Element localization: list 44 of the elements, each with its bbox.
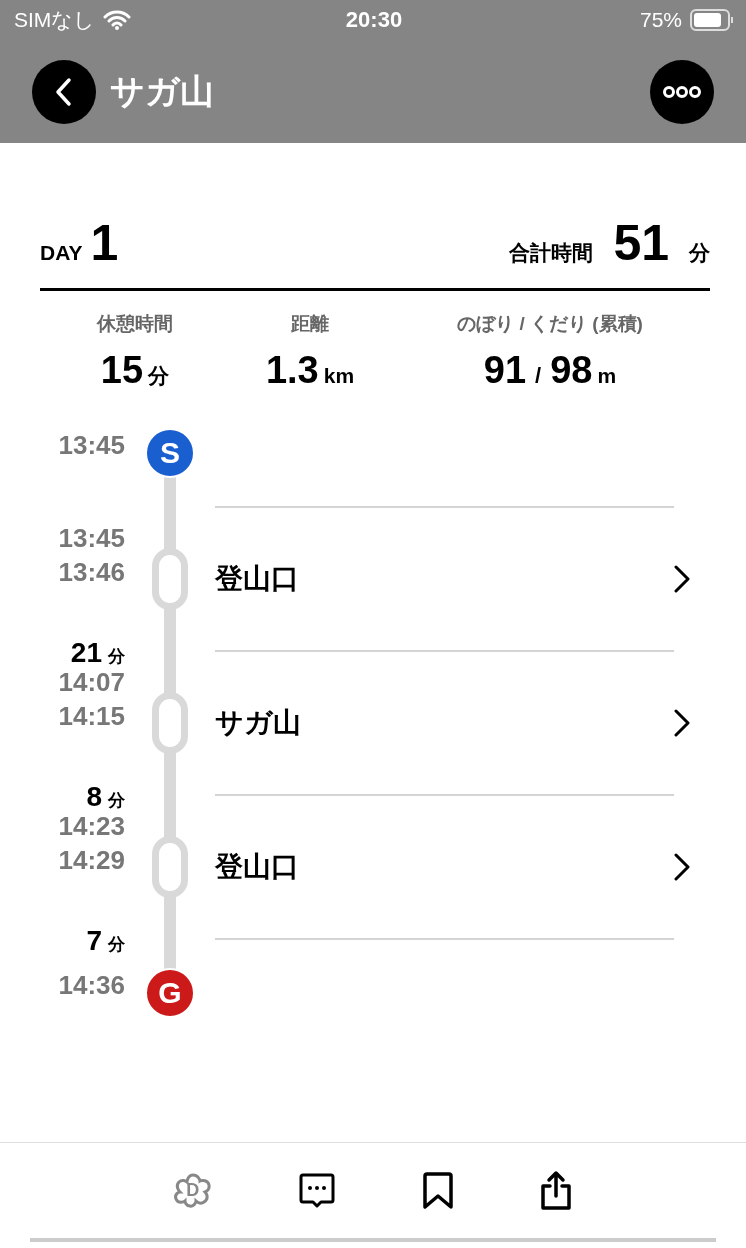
- start-badge: S: [145, 428, 195, 478]
- total-time-label: 合計時間: [509, 240, 594, 266]
- goal-time: 14:36: [57, 969, 125, 1002]
- goal-badge: G: [145, 968, 195, 1018]
- duration-unit: 分: [108, 646, 125, 668]
- wifi-icon: [103, 10, 132, 30]
- status-time: 20:30: [345, 7, 403, 33]
- bookmark-icon[interactable]: [420, 1170, 455, 1211]
- battery-icon: [690, 9, 734, 31]
- day-label: DAY: [40, 241, 83, 265]
- back-icon: [54, 76, 74, 107]
- stat-label: 休憩時間: [97, 312, 173, 336]
- stop-times: 13:45 13:46: [57, 522, 125, 589]
- chevron-right-icon: [674, 853, 690, 881]
- battery-percent: 75%: [639, 8, 682, 32]
- carrier-label: SIMなし: [14, 7, 96, 33]
- stat-unit: 分: [148, 363, 170, 389]
- stop-row[interactable]: 登山口: [215, 521, 710, 637]
- duration-unit: 分: [108, 934, 125, 956]
- stat-unit: m: [597, 364, 617, 388]
- stat-separator: /: [535, 363, 542, 389]
- segment-duration: 21: [70, 637, 102, 669]
- stop-row[interactable]: 登山口: [215, 809, 710, 925]
- chevron-right-icon: [674, 709, 690, 737]
- stop-times: 14:23 14:29: [57, 810, 125, 877]
- day-number: 1: [90, 218, 119, 268]
- stat-label: 距離: [291, 312, 329, 336]
- stat-value: 98: [550, 351, 593, 389]
- page-title: サガ山: [110, 70, 215, 112]
- stat-value: 1.3: [265, 351, 319, 389]
- stop-times: 14:07 14:15: [57, 666, 125, 733]
- start-time: 13:45: [57, 429, 125, 462]
- segment-duration: 8: [86, 781, 102, 813]
- duration-unit: 分: [108, 790, 125, 812]
- chevron-right-icon: [674, 565, 690, 593]
- stat-label: のぼり / くだり (累積): [457, 312, 643, 336]
- total-time-unit: 分: [689, 240, 710, 266]
- stat-unit: km: [323, 364, 355, 388]
- stop-row[interactable]: サガ山: [215, 665, 710, 781]
- stat-value: 91: [483, 351, 527, 389]
- segment-duration: 7: [86, 925, 102, 957]
- total-time-value: 51: [613, 218, 669, 268]
- stat-value: 15: [100, 351, 144, 389]
- more-icon: [662, 84, 702, 99]
